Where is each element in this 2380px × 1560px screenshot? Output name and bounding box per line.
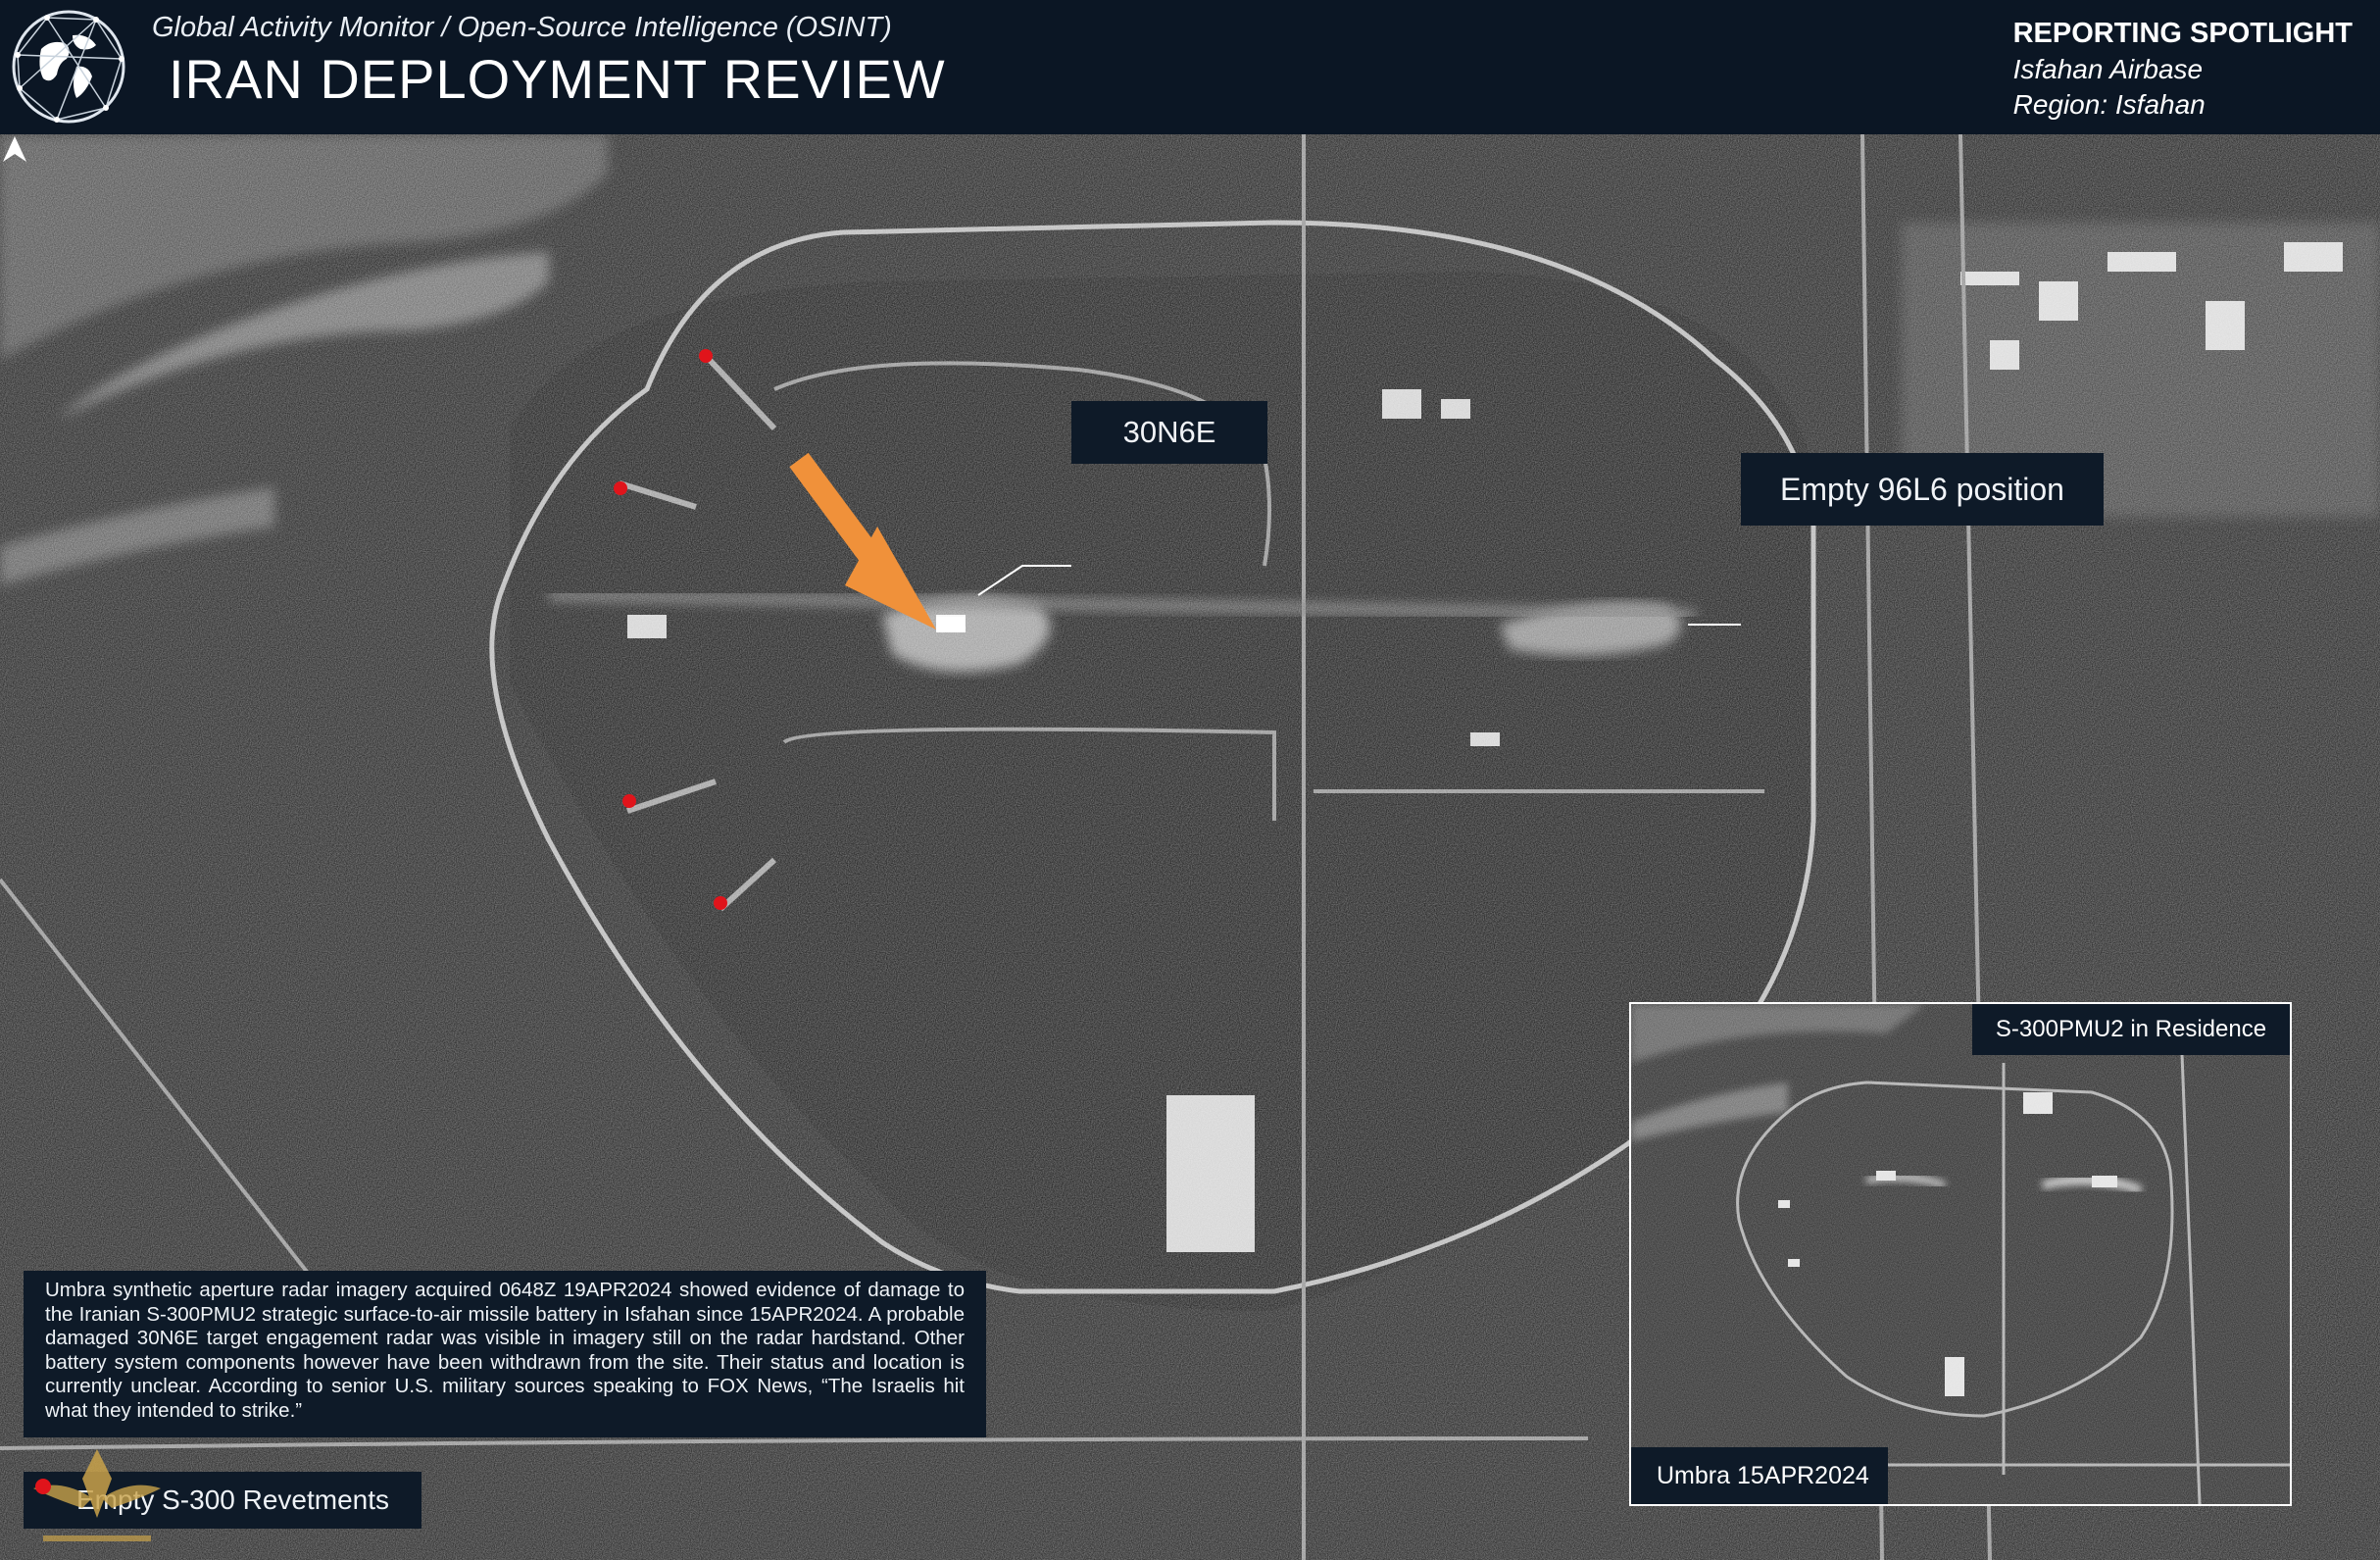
reporting-spotlight: REPORTING SPOTLIGHT Isfahan Airbase Regi… [2013,18,2353,121]
radar-label: 30N6E [1071,401,1267,464]
globe-network-icon [12,10,125,124]
imagery-caption: Umbra synthetic aperture radar imagery a… [24,1271,986,1437]
revetment-marker [714,896,727,910]
spotlight-heading: REPORTING SPOTLIGHT [2012,18,2353,49]
revetment-marker [622,794,636,808]
spotlight-site: Isfahan Airbase [2012,54,2204,84]
revetment-marker [614,481,627,495]
revetment-marker [699,349,713,363]
eagle-emblem-icon [33,1449,161,1541]
inset-date-label: Umbra 15APR2024 [1631,1447,1888,1504]
header-subtitle: Global Activity Monitor / Open-Source In… [152,12,892,43]
header-bar: Global Activity Monitor / Open-Source In… [0,0,2380,134]
inset-image: S-300PMU2 in Residence Umbra 15APR2024 [1629,1002,2292,1506]
inset-sar-rendering [1631,1004,2290,1504]
inset-title: S-300PMU2 in Residence [1972,1004,2290,1055]
spotlight-region: Region: Isfahan [2012,89,2206,120]
north-arrow-icon [3,136,26,162]
page-title: IRAN DEPLOYMENT REVIEW [169,48,946,110]
empty-position-label: Empty 96L6 position [1741,453,2104,526]
